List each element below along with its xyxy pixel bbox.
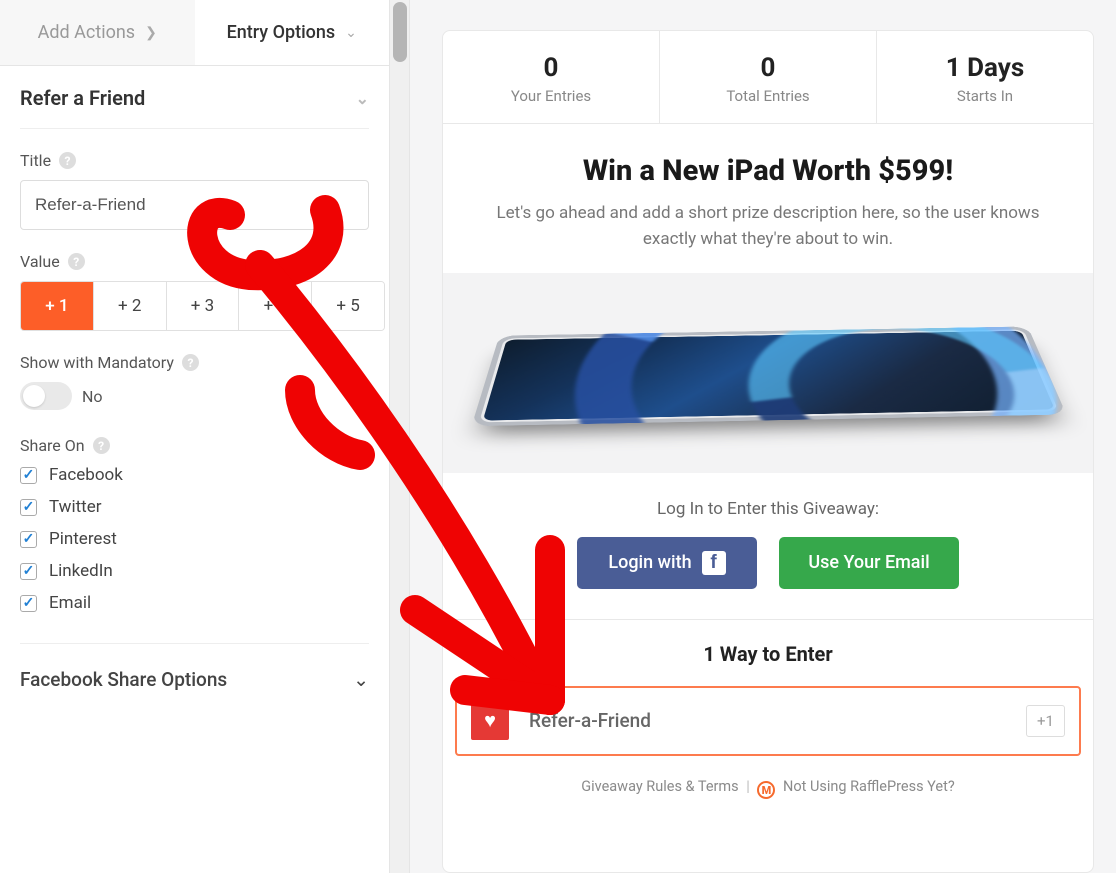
ways-to-enter: 1 Way to Enter ♥ Refer-a-Friend +1 xyxy=(443,620,1093,760)
checkbox-icon xyxy=(20,531,37,548)
checkbox-icon xyxy=(20,563,37,580)
tab-label: Add Actions xyxy=(38,22,135,43)
value-option-5[interactable]: + 5 xyxy=(312,282,384,330)
share-option-facebook[interactable]: Facebook xyxy=(20,465,369,485)
heart-icon: ♥ xyxy=(471,702,509,740)
stat-value: 0 xyxy=(660,53,876,83)
checkbox-icon xyxy=(20,499,37,516)
entry-options-panel: Refer a Friend ⌄ Title ? Value ? + 1 + 2 xyxy=(0,66,389,711)
share-option-label: LinkedIn xyxy=(49,561,113,581)
stat-value: 0 xyxy=(443,53,659,83)
help-icon[interactable]: ? xyxy=(59,152,76,169)
scrollbar-thumb[interactable] xyxy=(393,2,407,62)
stat-label: Your Entries xyxy=(443,87,659,105)
checkbox-icon xyxy=(20,595,37,612)
field-label-text: Share On xyxy=(20,436,85,455)
stat-label: Total Entries xyxy=(660,87,876,105)
field-label-text: Show with Mandatory xyxy=(20,353,174,372)
button-label: Login with xyxy=(608,552,691,573)
share-on-list: Facebook Twitter Pinterest LinkedIn xyxy=(20,465,369,613)
preview-canvas: 0 Your Entries 0 Total Entries 1 Days St… xyxy=(410,0,1116,873)
login-facebook-button[interactable]: Login with f xyxy=(577,537,757,589)
value-option-4[interactable]: + 4 xyxy=(239,282,312,330)
title-input[interactable] xyxy=(20,180,369,230)
sidebar-scrollbar[interactable] xyxy=(390,0,410,873)
tab-entry-options[interactable]: Entry Options ⌄ xyxy=(195,0,390,65)
value-option-3[interactable]: + 3 xyxy=(167,282,240,330)
value-option-2[interactable]: + 2 xyxy=(94,282,167,330)
help-icon[interactable]: ? xyxy=(182,354,199,371)
help-icon[interactable]: ? xyxy=(93,437,110,454)
stat-label: Starts In xyxy=(877,87,1093,105)
stat-value: 1 Days xyxy=(877,53,1093,83)
share-option-label: Twitter xyxy=(49,497,101,517)
giveaway-headline: Win a New iPad Worth $599! Let's go ahea… xyxy=(443,124,1093,263)
tab-add-actions[interactable]: Add Actions ❯ xyxy=(0,0,195,65)
tab-label: Entry Options xyxy=(227,22,336,43)
field-title: Title ? xyxy=(20,151,369,230)
rules-link[interactable]: Giveaway Rules & Terms xyxy=(581,778,738,795)
share-option-label: Pinterest xyxy=(49,529,117,549)
field-value: Value ? + 1 + 2 + 3 + 4 + 5 xyxy=(20,252,369,331)
share-option-linkedin[interactable]: LinkedIn xyxy=(20,561,369,581)
section-facebook-share-options[interactable]: Facebook Share Options ⌄ xyxy=(20,643,369,691)
ipad-illustration xyxy=(471,326,1066,426)
entry-action-refer-a-friend[interactable]: ♥ Refer-a-Friend +1 xyxy=(455,686,1081,756)
section-title: Refer a Friend xyxy=(20,86,145,110)
rafflepress-cta-link[interactable]: Not Using RafflePress Yet? xyxy=(783,778,955,795)
mandatory-toggle[interactable] xyxy=(20,382,72,410)
chevron-right-icon: ❯ xyxy=(145,25,157,41)
login-prompt: Log In to Enter this Giveaway: xyxy=(443,499,1093,519)
field-label-text: Title xyxy=(20,151,51,170)
ways-title: 1 Way to Enter xyxy=(453,642,1083,666)
stat-starts-in: 1 Days Starts In xyxy=(877,31,1093,123)
stat-your-entries: 0 Your Entries xyxy=(443,31,660,123)
login-email-button[interactable]: Use Your Email xyxy=(779,537,959,589)
value-selector: + 1 + 2 + 3 + 4 + 5 xyxy=(20,281,385,331)
value-option-1[interactable]: + 1 xyxy=(21,282,94,330)
facebook-icon: f xyxy=(702,551,726,575)
share-option-twitter[interactable]: Twitter xyxy=(20,497,369,517)
separator: | xyxy=(746,778,750,795)
share-option-label: Email xyxy=(49,593,91,613)
giveaway-widget: 0 Your Entries 0 Total Entries 1 Days St… xyxy=(442,30,1094,873)
share-option-email[interactable]: Email xyxy=(20,593,369,613)
entry-label: Refer-a-Friend xyxy=(529,709,1006,732)
login-section: Log In to Enter this Giveaway: Login wit… xyxy=(443,473,1093,620)
stat-total-entries: 0 Total Entries xyxy=(660,31,877,123)
share-option-pinterest[interactable]: Pinterest xyxy=(20,529,369,549)
field-share-on: Share On ? Facebook Twitter Pinterest xyxy=(20,436,369,613)
chevron-down-icon: ⌄ xyxy=(345,25,357,41)
field-label-text: Value xyxy=(20,252,60,271)
widget-footer: Giveaway Rules & Terms | M Not Using Raf… xyxy=(443,760,1093,822)
chevron-down-icon: ⌄ xyxy=(353,668,369,691)
help-icon[interactable]: ? xyxy=(68,253,85,270)
giveaway-description: Let's go ahead and add a short prize des… xyxy=(483,200,1053,253)
checkbox-icon xyxy=(20,467,37,484)
share-option-label: Facebook xyxy=(49,465,123,485)
toggle-state-label: No xyxy=(82,387,103,406)
rafflepress-icon: M xyxy=(757,781,775,799)
button-label: Use Your Email xyxy=(808,552,929,573)
giveaway-title: Win a New iPad Worth $599! xyxy=(483,154,1053,188)
section-refer-a-friend[interactable]: Refer a Friend ⌄ xyxy=(20,86,369,129)
field-mandatory: Show with Mandatory ? No xyxy=(20,353,369,414)
stats-row: 0 Your Entries 0 Total Entries 1 Days St… xyxy=(443,31,1093,124)
prize-image xyxy=(443,273,1093,473)
entry-value-badge: +1 xyxy=(1026,705,1065,737)
sidebar-tabs: Add Actions ❯ Entry Options ⌄ xyxy=(0,0,389,66)
section-title: Facebook Share Options xyxy=(20,668,227,691)
toggle-knob xyxy=(23,385,45,407)
chevron-down-icon: ⌄ xyxy=(356,89,369,108)
settings-sidebar: Add Actions ❯ Entry Options ⌄ Refer a Fr… xyxy=(0,0,390,873)
